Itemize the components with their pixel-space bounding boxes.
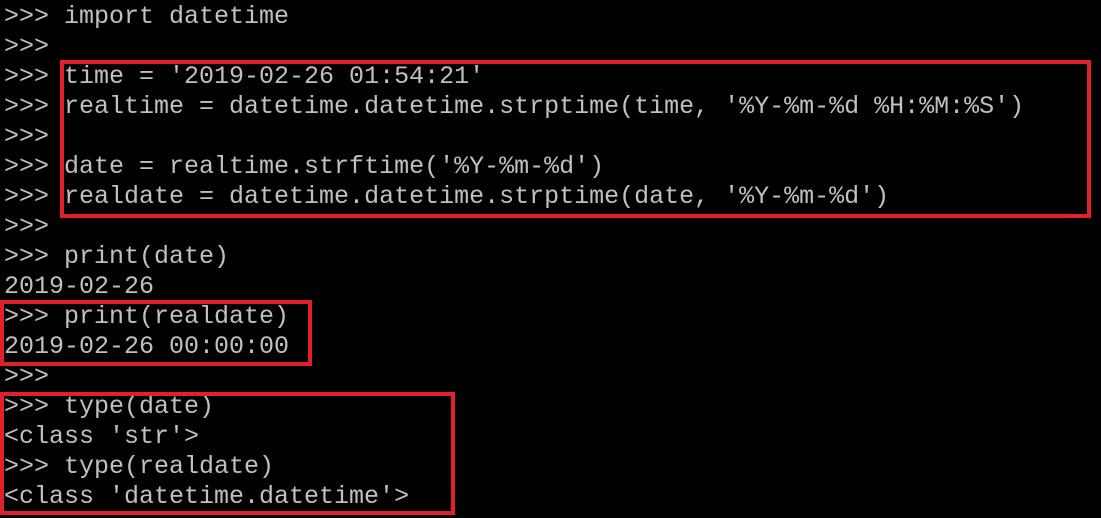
prompt: >>> — [4, 32, 65, 61]
highlight-box-type-checks — [0, 392, 455, 515]
console-line: >>> — [4, 362, 64, 392]
output-text: 2019-02-26 — [4, 272, 155, 301]
python-console[interactable]: >>> import datetime >>> >>> time = '2019… — [0, 0, 1101, 518]
prompt: >>> — [4, 362, 65, 391]
code-text: print(date) — [64, 242, 230, 271]
highlight-box-print-realdate — [0, 300, 312, 366]
console-output-line: 2019-02-26 — [4, 272, 154, 302]
code-text: import datetime — [64, 2, 290, 31]
console-line: >>> — [4, 122, 64, 152]
console-line: >>> import datetime — [4, 2, 289, 32]
highlight-box-conversion-code — [60, 60, 1091, 218]
prompt: >>> — [4, 212, 65, 241]
prompt: >>> — [4, 2, 65, 31]
prompt: >>> — [4, 242, 65, 271]
prompt: >>> — [4, 122, 65, 151]
prompt: >>> — [4, 92, 65, 121]
console-line: >>> print(date) — [4, 242, 229, 272]
console-line: >>> — [4, 32, 64, 62]
prompt: >>> — [4, 152, 65, 181]
prompt: >>> — [4, 182, 65, 211]
prompt: >>> — [4, 62, 65, 91]
console-line: >>> — [4, 212, 64, 242]
